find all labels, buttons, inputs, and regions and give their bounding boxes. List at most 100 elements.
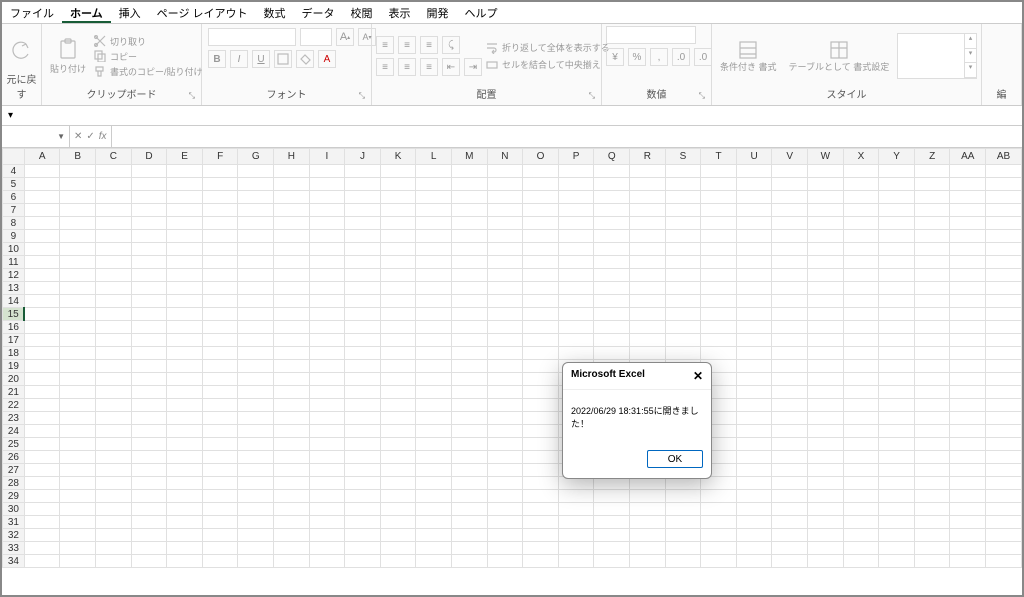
cell[interactable] [238,321,274,334]
cell[interactable] [986,243,1022,256]
cell[interactable] [986,516,1022,529]
cell[interactable] [380,373,416,386]
cell[interactable] [772,191,808,204]
cell[interactable] [558,178,594,191]
cell[interactable] [238,295,274,308]
cell[interactable] [986,295,1022,308]
cell[interactable] [202,334,238,347]
cell[interactable] [736,360,772,373]
cell[interactable] [914,477,950,490]
cell[interactable] [879,464,915,477]
cell[interactable] [772,269,808,282]
cell[interactable] [558,503,594,516]
col-header[interactable]: Q [594,149,630,165]
cell[interactable] [701,178,737,191]
cell[interactable] [986,269,1022,282]
cell[interactable] [879,178,915,191]
cell[interactable] [558,529,594,542]
cell[interactable] [451,412,487,425]
cell[interactable] [523,204,559,217]
row-header[interactable]: 29 [3,490,25,503]
cell[interactable] [96,191,132,204]
cell[interactable] [843,230,879,243]
format-painter-button[interactable]: 書式のコピー/貼り付け [94,65,203,78]
row-header[interactable]: 15 [3,308,25,321]
cell[interactable] [630,542,666,555]
cell[interactable] [701,555,737,568]
cell[interactable] [914,256,950,269]
cell[interactable] [558,516,594,529]
cell[interactable] [167,165,203,178]
col-header[interactable]: J [345,149,381,165]
cell[interactable] [986,334,1022,347]
cell[interactable] [665,542,701,555]
dialog-launcher-icon[interactable]: ⤡ [189,91,195,101]
cell[interactable] [701,269,737,282]
cell[interactable] [736,256,772,269]
cell[interactable] [558,217,594,230]
cell[interactable] [60,282,96,295]
cell[interactable] [274,529,310,542]
cell[interactable] [879,451,915,464]
cell[interactable] [24,373,60,386]
col-header[interactable]: C [96,149,132,165]
cell[interactable] [167,204,203,217]
cell[interactable] [986,399,1022,412]
cell[interactable] [96,373,132,386]
cell[interactable] [167,347,203,360]
cell[interactable] [487,542,523,555]
cell[interactable] [665,282,701,295]
cell[interactable] [345,555,381,568]
cell[interactable] [843,425,879,438]
cell[interactable] [630,269,666,282]
cell[interactable] [950,490,986,503]
cell[interactable] [131,464,167,477]
cell[interactable] [167,451,203,464]
cell[interactable] [60,555,96,568]
cell[interactable] [202,373,238,386]
cell[interactable] [416,360,452,373]
cell[interactable] [594,256,630,269]
col-header[interactable]: G [238,149,274,165]
cell[interactable] [523,256,559,269]
cell[interactable] [772,412,808,425]
cell[interactable] [736,217,772,230]
cell[interactable] [24,334,60,347]
cell[interactable] [202,243,238,256]
cell[interactable] [523,412,559,425]
cell[interactable] [96,321,132,334]
cell[interactable] [986,477,1022,490]
cell[interactable] [808,386,844,399]
cell[interactable] [950,256,986,269]
cell[interactable] [914,529,950,542]
cell[interactable] [701,243,737,256]
cell[interactable] [202,477,238,490]
cell[interactable] [558,555,594,568]
cell[interactable] [594,282,630,295]
cell[interactable] [451,477,487,490]
cell[interactable] [309,399,345,412]
cell[interactable] [950,191,986,204]
cell[interactable] [167,438,203,451]
cell[interactable] [202,347,238,360]
cell[interactable] [274,308,310,321]
cell[interactable] [60,334,96,347]
cell[interactable] [914,178,950,191]
cell[interactable] [950,386,986,399]
cell[interactable] [594,542,630,555]
cell[interactable] [274,464,310,477]
cell[interactable] [96,438,132,451]
col-header[interactable]: X [843,149,879,165]
cell[interactable] [309,243,345,256]
cell[interactable] [24,295,60,308]
cell[interactable] [808,347,844,360]
cell[interactable] [950,399,986,412]
cell[interactable] [345,438,381,451]
cell[interactable] [60,386,96,399]
cell[interactable] [96,542,132,555]
cell[interactable] [345,360,381,373]
row-header[interactable]: 33 [3,542,25,555]
cell[interactable] [24,529,60,542]
cell[interactable] [416,464,452,477]
cell[interactable] [808,399,844,412]
